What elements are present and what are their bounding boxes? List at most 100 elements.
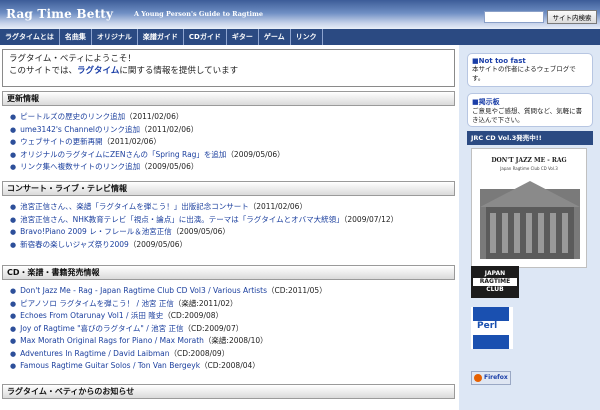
item-date: （2011/02/06） <box>102 137 161 146</box>
blog-notice-body: 本サイトの作者によるウェブログです。 <box>472 65 576 82</box>
bullet-icon: ● <box>10 150 17 159</box>
cd-cover-art <box>480 181 580 259</box>
bullet-icon: ● <box>10 312 17 320</box>
release-link[interactable]: Joy of Ragtime "喜びのラグタイム" / 池宮 正信 <box>20 324 183 333</box>
site-tagline: A Young Person's Guide to Ragtime <box>134 10 263 18</box>
bullet-icon: ● <box>10 228 17 236</box>
item-date: （CD:2009/08） <box>163 311 224 320</box>
bbs-notice[interactable]: ■掲示板 ご意見やご感想、質問など、気軽に書き込んで下さい。 <box>467 93 593 127</box>
bullet-icon: ● <box>10 138 17 146</box>
bullet-icon: ● <box>10 163 17 171</box>
list-item: ● Famous Ragtime Guitar Solos / Ton Van B… <box>10 360 455 373</box>
nav-item-cd-guide[interactable]: CDガイド <box>184 29 227 45</box>
nav-item-game[interactable]: ゲーム <box>259 29 291 45</box>
update-link[interactable]: リンク集へ複数サイトのリンク追加 <box>20 162 140 171</box>
list-item: ● Adventures In Ragtime / David Laibman（C… <box>10 348 455 361</box>
cd-cover-image[interactable]: DON'T JAZZ ME - RAG Japan Ragtime Club C… <box>471 148 587 268</box>
release-link[interactable]: ピアノソロ ラグタイムを弾こう！ / 池宮 正信 <box>20 299 174 308</box>
main-nav: ラグタイムとは 名曲集 オリジナル 楽譜ガイド CDガイド ギター ゲーム リン… <box>0 29 600 45</box>
welcome-box: ラグタイム・ベティにようこそ！ このサイトでは、ラグタイムに関する情報を提供して… <box>2 49 455 87</box>
cd-title: DON'T JAZZ ME - RAG <box>491 157 567 164</box>
item-date: （2011/02/06） <box>248 202 307 211</box>
list-item: ● 新宿春の楽しいジャズ祭り2009（2009/05/06） <box>10 239 455 252</box>
bullet-icon: ● <box>10 125 17 134</box>
jrc-cd-heading[interactable]: JRC CD Vol.3発売中!! <box>467 131 593 145</box>
welcome-line-1: ラグタイム・ベティにようこそ！ <box>9 54 136 64</box>
nav-item-famous-pieces[interactable]: 名曲集 <box>60 29 92 45</box>
site-search-button[interactable]: サイト内検索 <box>547 10 597 24</box>
item-date: （2009/05/06） <box>171 227 230 236</box>
release-link[interactable]: Famous Ragtime Guitar Solos / Ton Van Be… <box>20 361 200 370</box>
jrc-logo-bottom: CLUB <box>486 286 504 293</box>
bullet-icon: ● <box>10 203 17 211</box>
bullet-icon: ● <box>10 299 17 308</box>
site-title[interactable]: Rag Time Betty <box>6 7 113 21</box>
perl-book-label: Perl <box>477 321 498 331</box>
concert-link[interactable]: 池宮正信さん、、楽譜「ラグタイムを弾こう！」出版記念コンサート <box>20 202 249 211</box>
update-link[interactable]: ume3142's Channelのリンク追加 <box>20 125 140 134</box>
bullet-icon: ● <box>10 287 17 295</box>
firefox-badge[interactable]: Firefox <box>471 371 511 385</box>
item-date: （2011/02/06） <box>125 112 184 121</box>
item-date: （2011/02/06） <box>140 124 199 134</box>
nav-item-sheet-music-guide[interactable]: 楽譜ガイド <box>138 29 184 45</box>
nav-item-original[interactable]: オリジナル <box>92 29 138 45</box>
release-link[interactable]: Don't Jazz Me - Rag - Japan Ragtime Club… <box>20 286 267 295</box>
list-item: ● 池宮正信さん、、楽譜「ラグタイムを弾こう！」出版記念コンサート（2011/02… <box>10 201 455 214</box>
list-item: ● リンク集へ複数サイトのリンク追加（2009/05/06） <box>10 161 455 174</box>
main-content: ラグタイム・ベティにようこそ！ このサイトでは、ラグタイムに関する情報を提供して… <box>2 49 457 410</box>
item-date: （CD:2008/04） <box>200 361 260 370</box>
update-link[interactable]: ウェブサイトの更新再開 <box>20 137 103 146</box>
bullet-icon: ● <box>10 215 17 224</box>
blog-notice[interactable]: ■Not too fast 本サイトの作者によるウェブログです。 <box>467 53 593 87</box>
jrc-logo-mid: RAGTIME <box>473 278 517 286</box>
welcome-text-pre: このサイトでは、 <box>9 66 78 76</box>
list-item: ● Bravo!Piano 2009 レ・フレール＆池宮正信（2009/05/06… <box>10 226 455 239</box>
list-item: ● ピアノソロ ラグタイムを弾こう！ / 池宮 正信（楽譜:2011/02） <box>10 298 455 311</box>
release-link[interactable]: Echoes From Otarunay Vol1 / 浜田 隆史 <box>20 311 163 320</box>
list-item: ● Max Morath Original Rags for Piano / Ma… <box>10 335 455 348</box>
item-date: （2009/05/06） <box>128 239 188 249</box>
bbs-notice-title[interactable]: ■掲示板 <box>472 97 588 107</box>
list-item: ● ウェブサイトの更新再開（2011/02/06） <box>10 136 455 149</box>
blog-notice-title[interactable]: ■Not too fast <box>472 57 588 65</box>
concert-link[interactable]: Bravo!Piano 2009 レ・フレール＆池宮正信 <box>20 227 172 236</box>
bullet-icon: ● <box>10 362 17 370</box>
update-link[interactable]: オリジナルのラグタイムにZENさんの「Spring Rag」を追加 <box>20 150 226 159</box>
item-date: （2009/05/06） <box>140 162 199 171</box>
item-date: （2009/05/06） <box>226 149 285 159</box>
welcome-highlight: ラグタイム <box>77 66 120 76</box>
bullet-icon: ● <box>10 113 17 121</box>
section-title: 更新情報 <box>2 91 455 106</box>
bullet-icon: ● <box>10 240 17 249</box>
bullet-icon: ● <box>10 337 17 345</box>
list-item: ● ume3142's Channelのリンク追加（2011/02/06） <box>10 124 455 137</box>
section-announcements: ラグタイム・ベティからのお知らせ <box>2 384 455 399</box>
perl-book-image[interactable]: Perl <box>471 307 513 349</box>
list-item: ● オリジナルのラグタイムにZENさんの「Spring Rag」を追加（2009/… <box>10 149 455 162</box>
concert-link[interactable]: 新宿春の楽しいジャズ祭り2009 <box>20 240 129 249</box>
section-releases: CD・楽譜・書籍発売情報 ● Don't Jazz Me - Rag - Japa… <box>2 265 455 373</box>
cd-subtitle: Japan Ragtime Club CD Vol.3 <box>500 166 558 171</box>
list-item: ● Don't Jazz Me - Rag - Japan Ragtime Clu… <box>10 285 455 298</box>
concert-link[interactable]: 池宮正信さん、NHK教育テレビ「視点・論点」に出演。テーマは「ラグタイムとオバマ… <box>20 215 344 224</box>
jrc-logo[interactable]: JAPAN RAGTIME CLUB <box>471 266 519 298</box>
release-link[interactable]: Adventures In Ragtime / David Laibman <box>20 349 169 358</box>
section-updates: 更新情報 ● ピートルズの歴史のリンク追加（2011/02/06） ● ume314… <box>2 91 455 174</box>
list-item: ● 池宮正信さん、NHK教育テレビ「視点・論点」に出演。テーマは「ラグタイムとオバ… <box>10 214 455 227</box>
nav-item-guitar[interactable]: ギター <box>227 29 259 45</box>
right-sidebar: ■Not too fast 本サイトの作者によるウェブログです。 ■掲示板 ご意… <box>459 45 600 410</box>
welcome-line-2: このサイトでは、ラグタイムに関する情報を提供しています <box>9 65 448 77</box>
release-link[interactable]: Max Morath Original Rags for Piano / Max… <box>20 336 204 345</box>
item-date: （2009/07/12） <box>343 214 399 224</box>
bullet-icon: ● <box>10 324 17 333</box>
nav-item-about-ragtime[interactable]: ラグタイムとは <box>0 29 60 45</box>
nav-item-links[interactable]: リンク <box>291 29 323 45</box>
list-item: ● Joy of Ragtime "喜びのラグタイム" / 池宮 正信（CD:20… <box>10 323 455 336</box>
update-link[interactable]: ピートルズの歴史のリンク追加 <box>20 112 125 121</box>
bullet-icon: ● <box>10 349 17 358</box>
site-header: Rag Time Betty A Young Person's Guide to… <box>0 0 600 29</box>
search-input[interactable] <box>484 11 544 23</box>
item-date: （楽譜:2008/10） <box>203 336 268 345</box>
firefox-label: Firefox <box>484 374 508 381</box>
